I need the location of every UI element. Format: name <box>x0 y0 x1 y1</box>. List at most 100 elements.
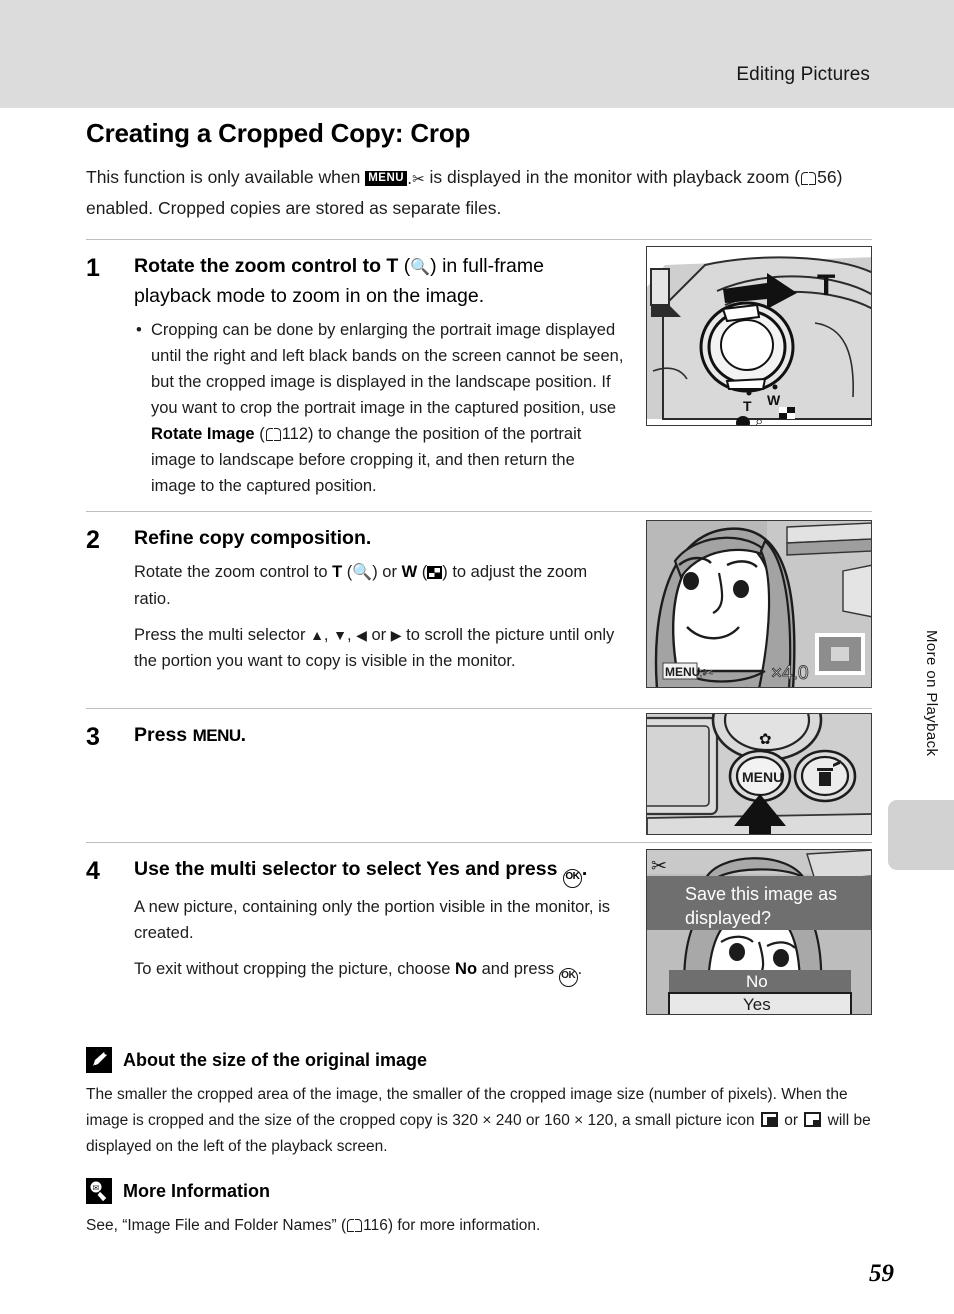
step-1-heading-text-b: ( <box>398 255 411 277</box>
zoom-tele-label: T <box>386 255 399 277</box>
step-2-p1-a: Rotate the zoom control to <box>134 563 333 581</box>
svg-text:Yes: Yes <box>743 995 771 1014</box>
step-1-page-ref: 112 <box>281 425 309 443</box>
step-1-bullets: Cropping can be done by enlarging the po… <box>134 317 624 499</box>
camera-back-menu-illustration: ✿ MENU <box>647 714 871 834</box>
arrow-left-icon: ◀ <box>356 627 367 643</box>
section-title: Editing Pictures <box>736 64 870 85</box>
svg-text:W: W <box>767 392 781 408</box>
menu-badge-icon: MENU <box>365 171 408 186</box>
svg-text:displayed?: displayed? <box>685 908 771 928</box>
figure-camera-zoom-control: T T W ⌕ <box>646 246 872 426</box>
svg-text:✂: ✂ <box>651 856 667 877</box>
step-2-p2-d: or <box>366 626 391 644</box>
zoom-tele-label: T <box>332 563 343 581</box>
svg-text:MENU: MENU <box>742 769 783 785</box>
step-2-p2-c: , <box>346 626 357 644</box>
book-icon <box>265 428 281 441</box>
magnify-icon: 🔍 <box>410 259 431 276</box>
monitor-zoomed-portrait-illustration: MENU :✂ ×4.0 <box>647 521 871 687</box>
magnify-icon: 🔍 <box>352 564 373 581</box>
svg-text:MENU: MENU <box>665 665 700 679</box>
step-4-heading-text-b: and press <box>459 858 563 880</box>
step-2-p1-b: ( <box>342 563 353 581</box>
step-1-bullet-text-b: ( <box>254 425 265 443</box>
note-1-text-b: or <box>779 1112 803 1129</box>
step-1-heading: Rotate the zoom control to T (🔍) in full… <box>134 252 624 311</box>
step-1-number: 1 <box>86 254 100 282</box>
note-more-information: ✉ More Information See, “Image File and … <box>86 1178 872 1239</box>
step-2: 2 Refine copy composition. Rotate the zo… <box>86 512 872 708</box>
camera-zoom-control-illustration: T T W ⌕ <box>647 247 871 426</box>
step-2-paragraph-1: Rotate the zoom control to T (🔍) or W ()… <box>134 559 624 612</box>
page-content: Creating a Cropped Copy: Crop This funct… <box>86 118 872 1239</box>
intro-text-1: This function is only available when <box>86 167 366 187</box>
arrow-up-icon: ▲ <box>310 627 324 643</box>
note-1-title: About the size of the original image <box>123 1049 428 1070</box>
note-2-title: More Information <box>123 1180 270 1201</box>
scissors-icon: ․✂ <box>407 171 425 188</box>
step-3-heading-text-b: . <box>240 724 247 746</box>
step-2-number: 2 <box>86 526 100 554</box>
page-number: 59 <box>869 1260 894 1287</box>
svg-text::✂: :✂ <box>699 665 714 680</box>
step-4-number: 4 <box>86 857 100 885</box>
page-header-band <box>0 0 954 108</box>
note-2-text-a: See, “Image File and Folder Names” ( <box>86 1217 347 1234</box>
step-3-number: 3 <box>86 723 100 751</box>
page-title: Creating a Cropped Copy: Crop <box>86 118 471 148</box>
intro-paragraph: This function is only available when MEN… <box>86 163 872 223</box>
ok-button-icon: OK <box>562 869 582 888</box>
step-2-p2-a: Press the multi selector <box>134 626 311 644</box>
small-picture-icon-160 <box>804 1112 822 1127</box>
note-1-text: The smaller the cropped area of the imag… <box>86 1082 872 1160</box>
ok-button-icon: OK <box>558 968 578 987</box>
step-2-p1-d: ( <box>417 563 428 581</box>
figure-monitor-zoomed-portrait: MENU :✂ ×4.0 <box>646 520 872 688</box>
note-about-original-image-size: About the size of the original image The… <box>86 1047 872 1160</box>
side-tab-label: More on Playback <box>923 630 940 757</box>
svg-text:No: No <box>746 972 768 991</box>
no-term: No <box>455 960 478 978</box>
rotate-image-term: Rotate Image <box>151 425 255 443</box>
svg-text:⌕: ⌕ <box>755 413 763 426</box>
figure-monitor-save-dialog: ✂ Save this image as displayed? No Yes <box>646 849 872 1015</box>
arrow-right-icon: ▶ <box>390 627 402 643</box>
step-3-heading: Press MENU. <box>134 721 624 750</box>
svg-text:✿: ✿ <box>759 731 772 748</box>
arrow-down-icon: ▼ <box>333 627 347 643</box>
step-3: 3 Press MENU. ✿ MENU <box>86 709 872 842</box>
step-4-paragraph-1: A new picture, containing only the porti… <box>134 898 611 942</box>
step-4-p2-b: and press <box>477 960 559 978</box>
figure-camera-back-menu-button: ✿ MENU <box>646 713 872 835</box>
step-4-p2-a: To exit without cropping the picture, ch… <box>134 960 456 978</box>
pencil-icon <box>86 1047 112 1073</box>
step-4-heading-text-c: . <box>581 858 588 880</box>
step-2-heading: Refine copy composition. <box>134 527 372 549</box>
step-4-heading: Use the multi selector to select Yes and… <box>134 855 624 888</box>
monitor-save-dialog-illustration: ✂ Save this image as displayed? No Yes <box>647 850 871 1014</box>
note-2-page-ref: 116 <box>363 1217 388 1234</box>
svg-text:Save this image as: Save this image as <box>685 884 837 904</box>
note-1-text-a: The smaller the cropped area of the imag… <box>86 1086 848 1129</box>
svg-text:T: T <box>743 398 752 414</box>
note-2-header: ✉ More Information <box>86 1178 872 1204</box>
step-1-heading-text-a: Rotate the zoom control to <box>134 255 387 277</box>
tip-bulb-icon: ✉ <box>86 1178 112 1204</box>
step-4-heading-text-a: Use the multi selector to select <box>134 858 427 880</box>
step-4-paragraph-2: To exit without cropping the picture, ch… <box>134 956 624 987</box>
note-1-header: About the size of the original image <box>86 1047 872 1073</box>
book-icon <box>347 1219 363 1232</box>
small-picture-icon-320 <box>760 1112 778 1127</box>
note-2-text: See, “Image File and Folder Names” (116)… <box>86 1213 872 1239</box>
step-3-heading-text-a: Press <box>134 724 193 746</box>
step-1: 1 Rotate the zoom control to T (🔍) in fu… <box>86 240 872 511</box>
svg-text:T: T <box>817 269 835 302</box>
svg-text:✉: ✉ <box>93 1184 100 1193</box>
step-2-p2-b: , <box>323 626 334 644</box>
step-2-paragraph-2: Press the multi selector ▲, ▼, ◀ or ▶ to… <box>134 622 624 674</box>
menu-button-label: MENU <box>192 726 242 745</box>
step-2-p1-c: ) or <box>372 563 402 581</box>
thumbnail-grid-icon <box>427 566 443 579</box>
step-4-p2-c: . <box>577 960 583 978</box>
